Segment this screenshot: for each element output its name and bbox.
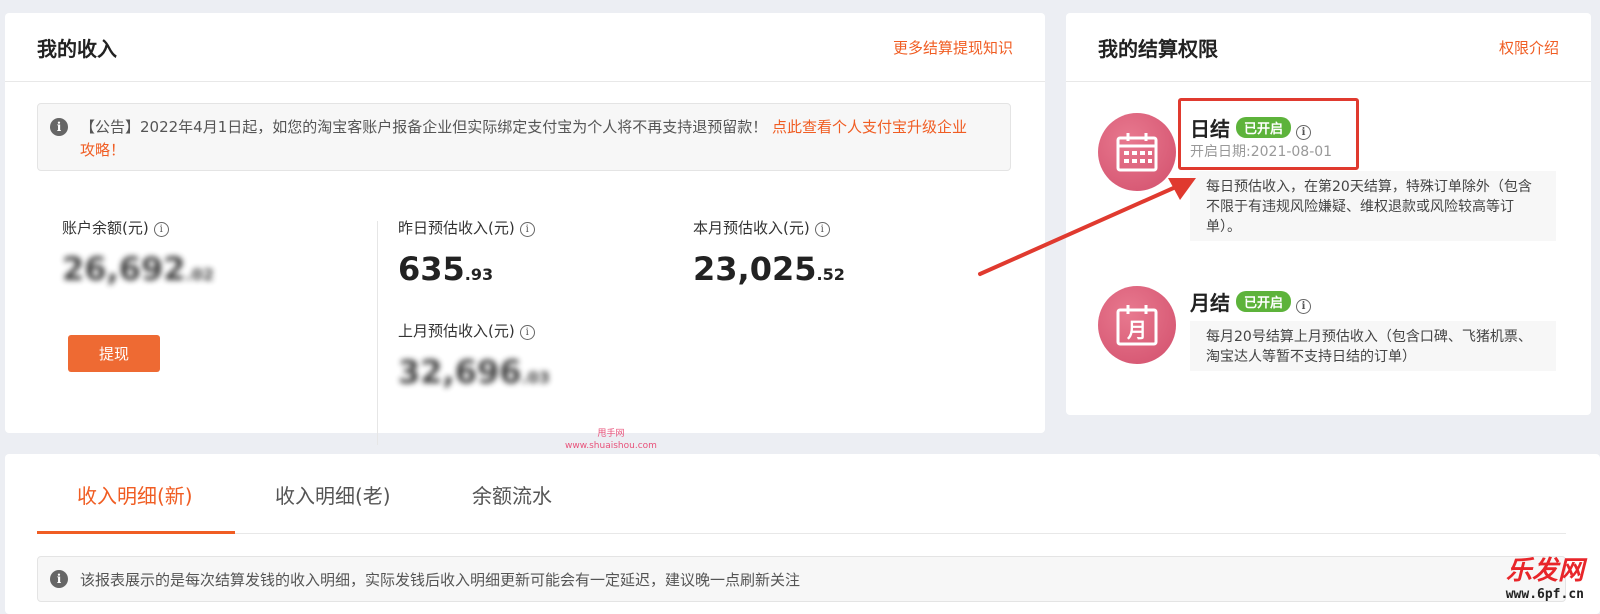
income-detail-card: 收入明细(新) 收入明细(老) 余额流水 i 该报表展示的是每次结算发钱的收入明…	[5, 454, 1600, 614]
tab-income-detail-old[interactable]: 收入明细(老)	[275, 480, 391, 509]
detail-notice: i 该报表展示的是每次结算发钱的收入明细，实际发钱后收入明细更新可能会有一定延迟…	[37, 556, 1566, 602]
detail-notice-text: 该报表展示的是每次结算发钱的收入明细，实际发钱后收入明细更新可能会有一定延迟，建…	[80, 571, 801, 589]
active-tab-indicator	[37, 531, 235, 534]
site-logo: 乐发网 www.6pf.cn	[1505, 556, 1584, 602]
tab-divider	[37, 533, 1566, 534]
info-icon: i	[50, 570, 68, 588]
tab-income-detail-new[interactable]: 收入明细(新)	[77, 480, 193, 509]
tab-balance-flow[interactable]: 余额流水	[472, 480, 552, 509]
